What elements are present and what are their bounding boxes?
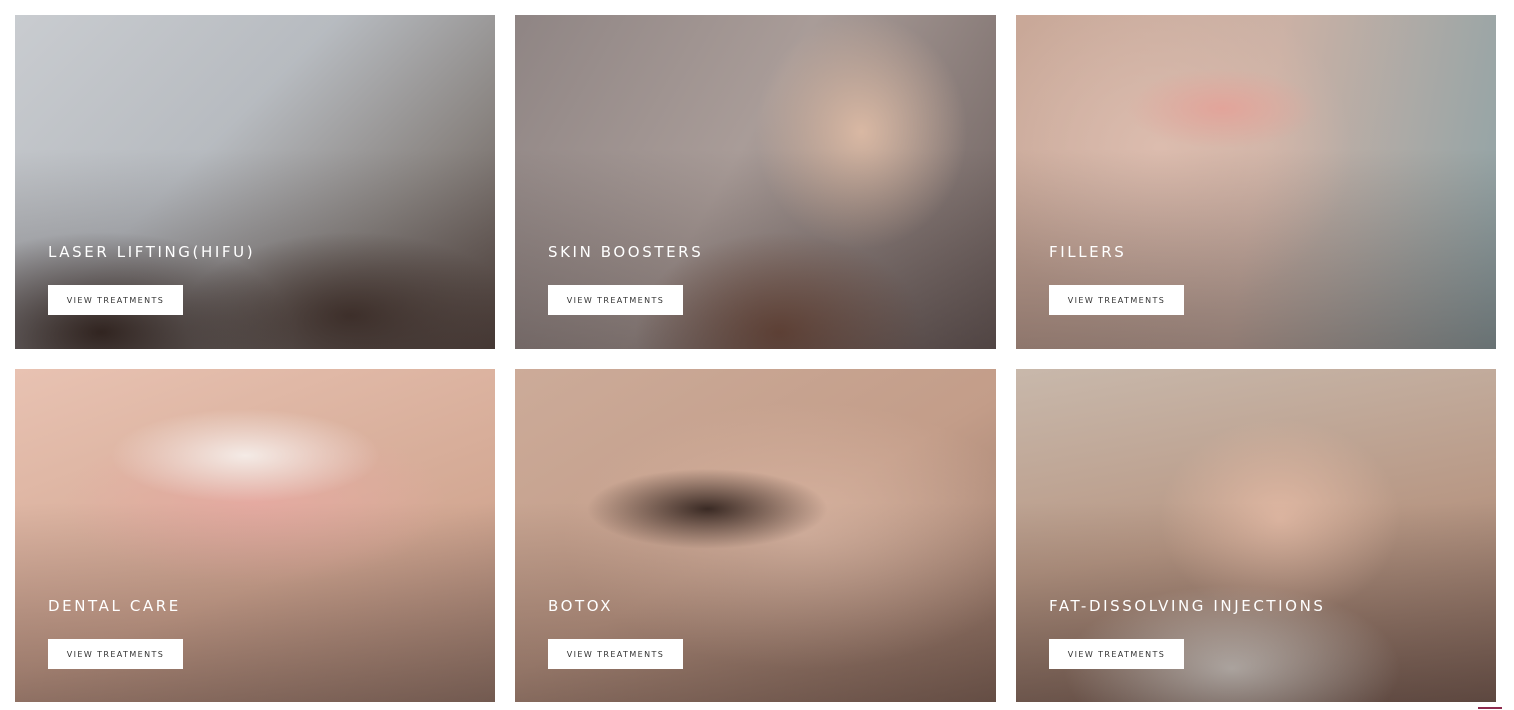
- card-title: FAT-DISSOLVING INJECTIONS: [1049, 597, 1326, 615]
- card-skin-boosters[interactable]: SKIN BOOSTERS VIEW TREATMENTS: [515, 15, 996, 349]
- card-title: FILLERS: [1049, 243, 1127, 261]
- view-treatments-button[interactable]: VIEW TREATMENTS: [548, 285, 683, 315]
- card-botox[interactable]: BOTOX VIEW TREATMENTS: [515, 369, 996, 702]
- view-treatments-button[interactable]: VIEW TREATMENTS: [548, 639, 683, 669]
- card-title: SKIN BOOSTERS: [548, 243, 704, 261]
- scroll-to-top-indicator[interactable]: [1478, 707, 1502, 709]
- view-treatments-button[interactable]: VIEW TREATMENTS: [1049, 285, 1184, 315]
- card-fat-dissolving[interactable]: FAT-DISSOLVING INJECTIONS VIEW TREATMENT…: [1016, 369, 1496, 702]
- view-treatments-button[interactable]: VIEW TREATMENTS: [48, 285, 183, 315]
- card-title: LASER LIFTING(HIFU): [48, 243, 256, 261]
- card-dental-care[interactable]: DENTAL CARE VIEW TREATMENTS: [15, 369, 495, 702]
- card-fillers[interactable]: FILLERS VIEW TREATMENTS: [1016, 15, 1496, 349]
- treatments-grid: LASER LIFTING(HIFU) VIEW TREATMENTS SKIN…: [15, 15, 1496, 702]
- card-laser-lifting[interactable]: LASER LIFTING(HIFU) VIEW TREATMENTS: [15, 15, 495, 349]
- view-treatments-button[interactable]: VIEW TREATMENTS: [1049, 639, 1184, 669]
- card-title: BOTOX: [548, 597, 614, 615]
- card-title: DENTAL CARE: [48, 597, 181, 615]
- view-treatments-button[interactable]: VIEW TREATMENTS: [48, 639, 183, 669]
